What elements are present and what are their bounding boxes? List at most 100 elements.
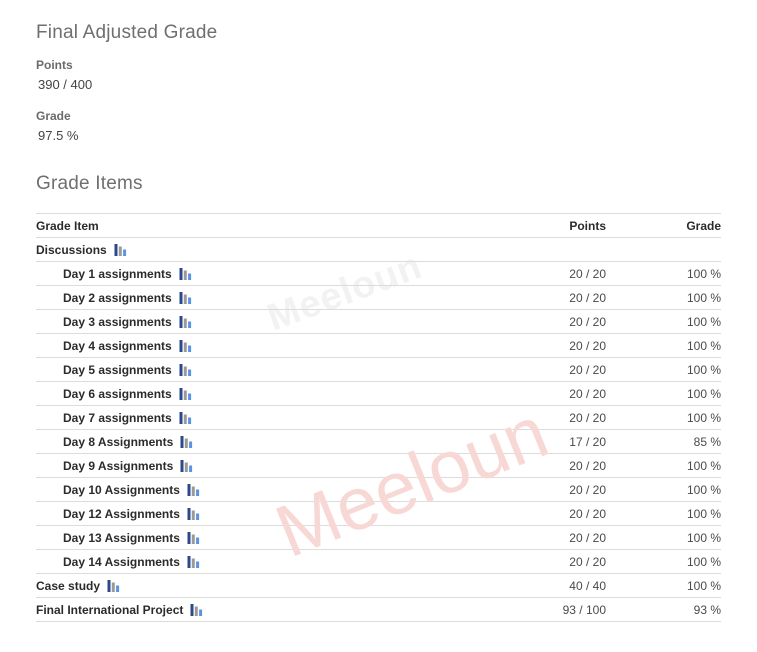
grade-item-cell: Day 14 Assignments bbox=[36, 549, 466, 574]
grade-cell: 100 % bbox=[606, 405, 721, 430]
bar-chart-icon[interactable] bbox=[190, 603, 203, 616]
grade-item-cell: Case study bbox=[36, 573, 466, 598]
grade-item-cell: Day 10 Assignments bbox=[36, 477, 466, 502]
grade-item-name[interactable]: Case study bbox=[36, 579, 100, 593]
bar-chart-icon[interactable] bbox=[187, 507, 200, 520]
bar-chart-icon[interactable] bbox=[187, 555, 200, 568]
grade-cell: 100 % bbox=[606, 333, 721, 358]
section-title: Grade Items bbox=[36, 173, 143, 194]
table-row: Day 12 Assignments 20 / 20 100 % bbox=[36, 501, 721, 526]
points-cell: 20 / 20 bbox=[466, 453, 606, 478]
grade-item-name[interactable]: Day 13 Assignments bbox=[63, 531, 180, 545]
table-row: Day 3 assignments 20 / 20 100 % bbox=[36, 309, 721, 334]
bar-chart-icon[interactable] bbox=[187, 483, 200, 496]
grade-item-name[interactable]: Day 2 assignments bbox=[63, 291, 172, 305]
grade-item-label-group: Day 14 Assignments bbox=[63, 555, 200, 569]
grade-item-cell: Day 12 Assignments bbox=[36, 501, 466, 526]
grade-cell: 100 % bbox=[606, 357, 721, 382]
points-cell: 93 / 100 bbox=[466, 597, 606, 622]
grade-item-label-group: Day 12 Assignments bbox=[63, 507, 200, 521]
grade-items-section: Grade Items Grade Item Points Grade Disc… bbox=[0, 143, 757, 622]
column-header-points[interactable]: Points bbox=[466, 213, 606, 238]
grade-item-label-group: Day 8 Assignments bbox=[63, 435, 193, 449]
bar-chart-icon[interactable] bbox=[179, 387, 192, 400]
final-grade-summary: Final Adjusted Grade Points 390 / 400 Gr… bbox=[0, 0, 757, 143]
grade-item-name[interactable]: Day 9 Assignments bbox=[63, 459, 173, 473]
grade-item-cell: Final International Project bbox=[36, 597, 466, 622]
table-row: Case study 40 / 40 100 % bbox=[36, 573, 721, 598]
points-cell: 20 / 20 bbox=[466, 549, 606, 574]
points-cell: 20 / 20 bbox=[466, 285, 606, 310]
bar-chart-icon[interactable] bbox=[179, 267, 192, 280]
grade-item-label-group: Day 1 assignments bbox=[63, 267, 192, 281]
grade-item-cell: Day 13 Assignments bbox=[36, 525, 466, 550]
grade-cell: 100 % bbox=[606, 549, 721, 574]
table-row: Final International Project 93 / 100 93 % bbox=[36, 597, 721, 622]
grade-cell: 100 % bbox=[606, 477, 721, 502]
grade-item-name[interactable]: Day 12 Assignments bbox=[63, 507, 180, 521]
grade-item-cell: Day 1 assignments bbox=[36, 261, 466, 286]
grade-item-cell: Day 7 assignments bbox=[36, 405, 466, 430]
grade-cell: 100 % bbox=[606, 453, 721, 478]
grade-item-label-group: Day 7 assignments bbox=[63, 411, 192, 425]
points-label: Points bbox=[36, 58, 73, 72]
table-row: Day 5 assignments 20 / 20 100 % bbox=[36, 357, 721, 382]
bar-chart-icon[interactable] bbox=[179, 315, 192, 328]
bar-chart-icon[interactable] bbox=[179, 363, 192, 376]
points-cell: 20 / 20 bbox=[466, 309, 606, 334]
grade-item-name[interactable]: Day 4 assignments bbox=[63, 339, 172, 353]
grade-item-name[interactable]: Day 3 assignments bbox=[63, 315, 172, 329]
grade-item-name[interactable]: Discussions bbox=[36, 243, 107, 257]
table-header-row: Grade Item Points Grade bbox=[36, 213, 721, 238]
grade-item-name[interactable]: Day 7 assignments bbox=[63, 411, 172, 425]
table-row: Day 2 assignments 20 / 20 100 % bbox=[36, 285, 721, 310]
bar-chart-icon[interactable] bbox=[180, 459, 193, 472]
grade-item-label-group: Day 10 Assignments bbox=[63, 483, 200, 497]
column-header-grade-item[interactable]: Grade Item bbox=[36, 213, 466, 238]
grade-cell bbox=[606, 237, 721, 262]
bar-chart-icon[interactable] bbox=[187, 531, 200, 544]
grade-item-label-group: Day 3 assignments bbox=[63, 315, 192, 329]
grade-item-label-group: Day 5 assignments bbox=[63, 363, 192, 377]
points-cell: 20 / 20 bbox=[466, 357, 606, 382]
grades-page: Meeloun Final Adjusted Grade Points 390 … bbox=[0, 0, 757, 652]
grade-item-label-group: Final International Project bbox=[36, 603, 203, 617]
bar-chart-icon[interactable] bbox=[179, 411, 192, 424]
grade-item-name[interactable]: Day 14 Assignments bbox=[63, 555, 180, 569]
bar-chart-icon[interactable] bbox=[180, 435, 193, 448]
grade-items-table: Grade Item Points Grade Discussions Day 1… bbox=[36, 213, 721, 622]
points-cell: 20 / 20 bbox=[466, 477, 606, 502]
grade-item-cell: Discussions bbox=[36, 237, 466, 262]
table-row: Day 9 Assignments 20 / 20 100 % bbox=[36, 453, 721, 478]
points-cell: 20 / 20 bbox=[466, 501, 606, 526]
points-value: 390 / 400 bbox=[38, 77, 93, 92]
grade-cell: 100 % bbox=[606, 501, 721, 526]
grade-item-name[interactable]: Day 6 assignments bbox=[63, 387, 172, 401]
grade-item-cell: Day 3 assignments bbox=[36, 309, 466, 334]
table-body: Discussions Day 1 assignments 20 / 20 100 %… bbox=[36, 237, 721, 622]
points-cell: 20 / 20 bbox=[466, 405, 606, 430]
table-row: Day 14 Assignments 20 / 20 100 % bbox=[36, 549, 721, 574]
grade-item-cell: Day 6 assignments bbox=[36, 381, 466, 406]
grade-item-label-group: Day 6 assignments bbox=[63, 387, 192, 401]
grade-item-name[interactable]: Day 5 assignments bbox=[63, 363, 172, 377]
grade-item-cell: Day 8 Assignments bbox=[36, 429, 466, 454]
grade-item-cell: Day 9 Assignments bbox=[36, 453, 466, 478]
column-header-grade[interactable]: Grade bbox=[606, 213, 721, 238]
grade-cell: 100 % bbox=[606, 285, 721, 310]
grade-item-label-group: Discussions bbox=[36, 243, 127, 257]
table-row: Day 10 Assignments 20 / 20 100 % bbox=[36, 477, 721, 502]
grade-cell: 100 % bbox=[606, 261, 721, 286]
bar-chart-icon[interactable] bbox=[107, 579, 120, 592]
grade-item-name[interactable]: Day 10 Assignments bbox=[63, 483, 180, 497]
grade-item-name[interactable]: Day 8 Assignments bbox=[63, 435, 173, 449]
points-cell: 20 / 20 bbox=[466, 381, 606, 406]
bar-chart-icon[interactable] bbox=[179, 339, 192, 352]
points-cell: 20 / 20 bbox=[466, 525, 606, 550]
grade-item-name[interactable]: Day 1 assignments bbox=[63, 267, 172, 281]
grade-item-name[interactable]: Final International Project bbox=[36, 603, 183, 617]
bar-chart-icon[interactable] bbox=[114, 243, 127, 256]
grade-item-cell: Day 5 assignments bbox=[36, 357, 466, 382]
points-cell bbox=[466, 237, 606, 262]
bar-chart-icon[interactable] bbox=[179, 291, 192, 304]
